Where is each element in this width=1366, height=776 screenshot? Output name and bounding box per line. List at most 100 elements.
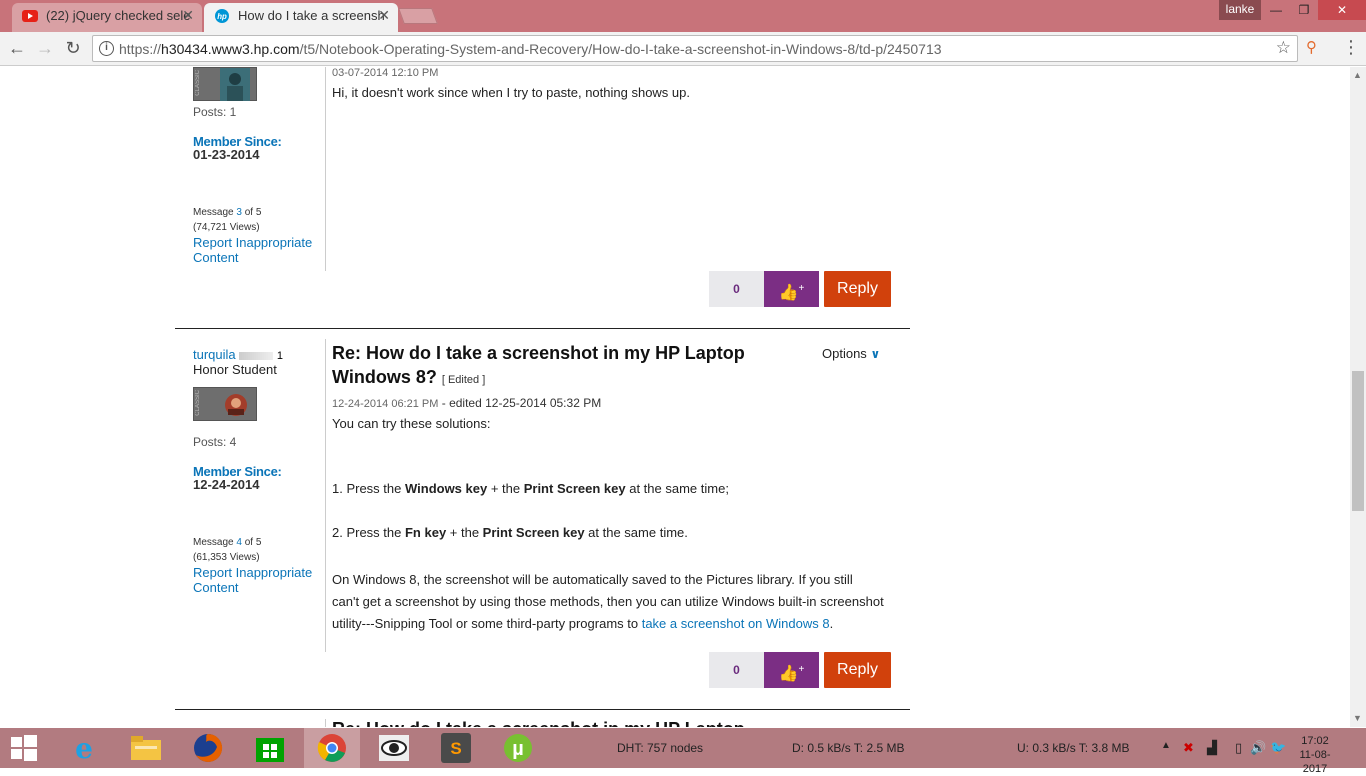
options-menu[interactable]: Options ∨ xyxy=(822,346,880,361)
minimize-icon[interactable]: — xyxy=(1262,0,1290,20)
reload-icon[interactable]: ↻ xyxy=(62,37,84,59)
divider xyxy=(325,67,326,271)
tab-hp[interactable]: hp How do I take a screensh ✕ xyxy=(204,3,398,32)
username-link[interactable]: turquila xyxy=(193,347,236,362)
kudo-button[interactable]: 👍+ xyxy=(764,271,819,307)
divider xyxy=(325,339,326,652)
file-explorer-icon[interactable] xyxy=(118,728,174,768)
bookmark-star-icon[interactable]: ☆ xyxy=(1276,38,1291,58)
rank-bars xyxy=(239,351,274,360)
thumbs-up-icon: 👍 xyxy=(778,284,799,302)
address-bar[interactable]: i https://h30434.www3.hp.com/t5/Notebook… xyxy=(92,35,1298,62)
view-count: (74,721 Views) xyxy=(193,222,260,233)
message-number-link[interactable]: 4 xyxy=(236,537,242,548)
forum-post: CLASSIC Posts: 1 Member Since: 01-23-201… xyxy=(175,67,910,347)
page-content: CLASSIC Posts: 1 Member Since: 01-23-201… xyxy=(0,67,1350,727)
scroll-down-icon[interactable]: ▼ xyxy=(1353,713,1362,723)
scroll-thumb[interactable] xyxy=(1352,371,1364,511)
window-close-icon[interactable]: ✕ xyxy=(1318,0,1366,20)
tab-title: (22) jQuery checked sele xyxy=(46,8,191,23)
upload-status: U: 0.3 kB/s T: 3.8 MB xyxy=(1017,741,1130,755)
extension-icon[interactable]: ⚲ xyxy=(1306,38,1317,56)
post-intro: You can try these solutions: xyxy=(332,416,491,431)
post-separator xyxy=(175,328,910,329)
rank-number: 1 xyxy=(276,350,284,362)
post-separator xyxy=(175,709,910,710)
post-timestamp: 03-07-2014 12:10 PM xyxy=(332,67,439,79)
message-count: Message 3 of 5 xyxy=(193,207,262,218)
tab-youtube[interactable]: (22) jQuery checked sele ✕ xyxy=(12,3,202,32)
report-link[interactable]: Report Inappropriate Content xyxy=(193,565,325,595)
internet-explorer-icon[interactable]: e xyxy=(56,728,112,768)
thumbs-up-icon: 👍 xyxy=(778,665,799,683)
user-rank: Honor Student xyxy=(193,362,277,377)
eye-app-icon[interactable] xyxy=(366,728,422,768)
browser-toolbar: ← → ↻ i https://h30434.www3.hp.com/t5/No… xyxy=(0,32,1366,66)
chrome-icon[interactable] xyxy=(304,728,360,768)
menu-icon[interactable]: ⋮ xyxy=(1342,37,1360,58)
tab-title: How do I take a screensh xyxy=(238,8,385,23)
svg-text:hp: hp xyxy=(217,12,227,21)
kudos-count: 0 xyxy=(709,271,764,307)
post-paragraph: On Windows 8, the screenshot will be aut… xyxy=(332,572,884,631)
avatar[interactable]: CLASSIC xyxy=(193,387,257,421)
taskbar: e S µ DHT: 757 nodes D: 0.5 kB/s T: 2.5 … xyxy=(0,728,1366,775)
notification-x-icon[interactable]: ✖ xyxy=(1183,740,1194,756)
utorrent-icon[interactable]: µ xyxy=(490,728,546,768)
screenshot-link[interactable]: take a screenshot on Windows 8 xyxy=(642,616,830,631)
chevron-down-icon: ∨ xyxy=(870,347,881,361)
view-count: (61,353 Views) xyxy=(193,552,260,563)
svg-text:µ: µ xyxy=(512,738,524,760)
avatar[interactable]: CLASSIC xyxy=(193,67,257,101)
twitter-icon[interactable]: 🐦 xyxy=(1270,740,1286,756)
windows-start-icon[interactable] xyxy=(0,728,48,768)
avatar-image xyxy=(225,394,247,416)
message-number-link[interactable]: 3 xyxy=(236,207,242,218)
reply-button[interactable]: Reply xyxy=(824,271,891,307)
url-text[interactable]: https://h30434.www3.hp.com/t5/Notebook-O… xyxy=(119,41,942,57)
post-title: Re: How do I take a screenshot in my HP … xyxy=(332,343,745,387)
reply-button[interactable]: Reply xyxy=(824,652,891,688)
step-1: 1. Press the Windows key + the Print Scr… xyxy=(332,481,729,496)
posts-count: Posts: 1 xyxy=(193,105,237,119)
kudos-count: 0 xyxy=(709,652,764,688)
new-tab-button[interactable] xyxy=(398,8,438,24)
next-post-title: Re: How do I take a screenshot in my HP … xyxy=(332,717,892,727)
battery-icon[interactable]: ▯ xyxy=(1235,740,1242,756)
report-link[interactable]: Report Inappropriate Content xyxy=(193,235,325,265)
post-meta: 12-24-2014 06:21 PM - edited 12-25-2014 … xyxy=(332,396,602,410)
close-icon[interactable]: ✕ xyxy=(182,3,194,28)
author-info: turquila 1 xyxy=(193,347,325,362)
edited-tag: [ Edited ] xyxy=(441,374,486,386)
system-clock[interactable]: 17:02 11-08-2017 xyxy=(1289,734,1341,776)
member-since-date: 12-24-2014 xyxy=(193,477,260,492)
chevron-up-icon[interactable]: ▲ xyxy=(1161,740,1171,751)
store-icon[interactable] xyxy=(242,728,298,768)
dht-status: DHT: 757 nodes xyxy=(617,741,704,755)
scroll-up-icon[interactable]: ▲ xyxy=(1353,70,1362,80)
profile-badge[interactable]: lanke xyxy=(1219,0,1261,20)
volume-icon[interactable]: 🔊 xyxy=(1250,740,1266,756)
back-arrow-icon[interactable]: ← xyxy=(6,37,28,59)
scrollbar[interactable]: ▲ ▼ xyxy=(1350,67,1366,727)
forward-arrow-icon[interactable]: → xyxy=(34,37,56,59)
sublime-text-icon[interactable]: S xyxy=(428,728,484,768)
youtube-icon xyxy=(22,10,38,22)
restore-icon[interactable]: ❐ xyxy=(1290,0,1318,20)
kudo-button[interactable]: 👍+ xyxy=(764,652,819,688)
member-since-date: 01-23-2014 xyxy=(193,147,260,162)
browser-titlebar: (22) jQuery checked sele ✕ hp How do I t… xyxy=(0,0,1366,32)
message-count: Message 4 of 5 xyxy=(193,537,262,548)
download-status: D: 0.5 kB/s T: 2.5 MB xyxy=(792,741,905,755)
firefox-icon[interactable] xyxy=(180,728,236,768)
avatar-image xyxy=(220,68,250,101)
close-icon[interactable]: ✕ xyxy=(378,3,390,28)
info-icon[interactable]: i xyxy=(99,41,114,56)
post-body: Hi, it doesn't work since when I try to … xyxy=(332,85,690,100)
signal-icon[interactable]: ▟ xyxy=(1207,740,1217,756)
posts-count: Posts: 4 xyxy=(193,435,237,449)
forum-post: turquila 1 Honor Student CLASSIC Posts: … xyxy=(175,339,910,709)
svg-text:S: S xyxy=(450,739,461,758)
step-2: 2. Press the Fn key + the Print Screen k… xyxy=(332,525,688,540)
hp-icon: hp xyxy=(215,9,229,23)
